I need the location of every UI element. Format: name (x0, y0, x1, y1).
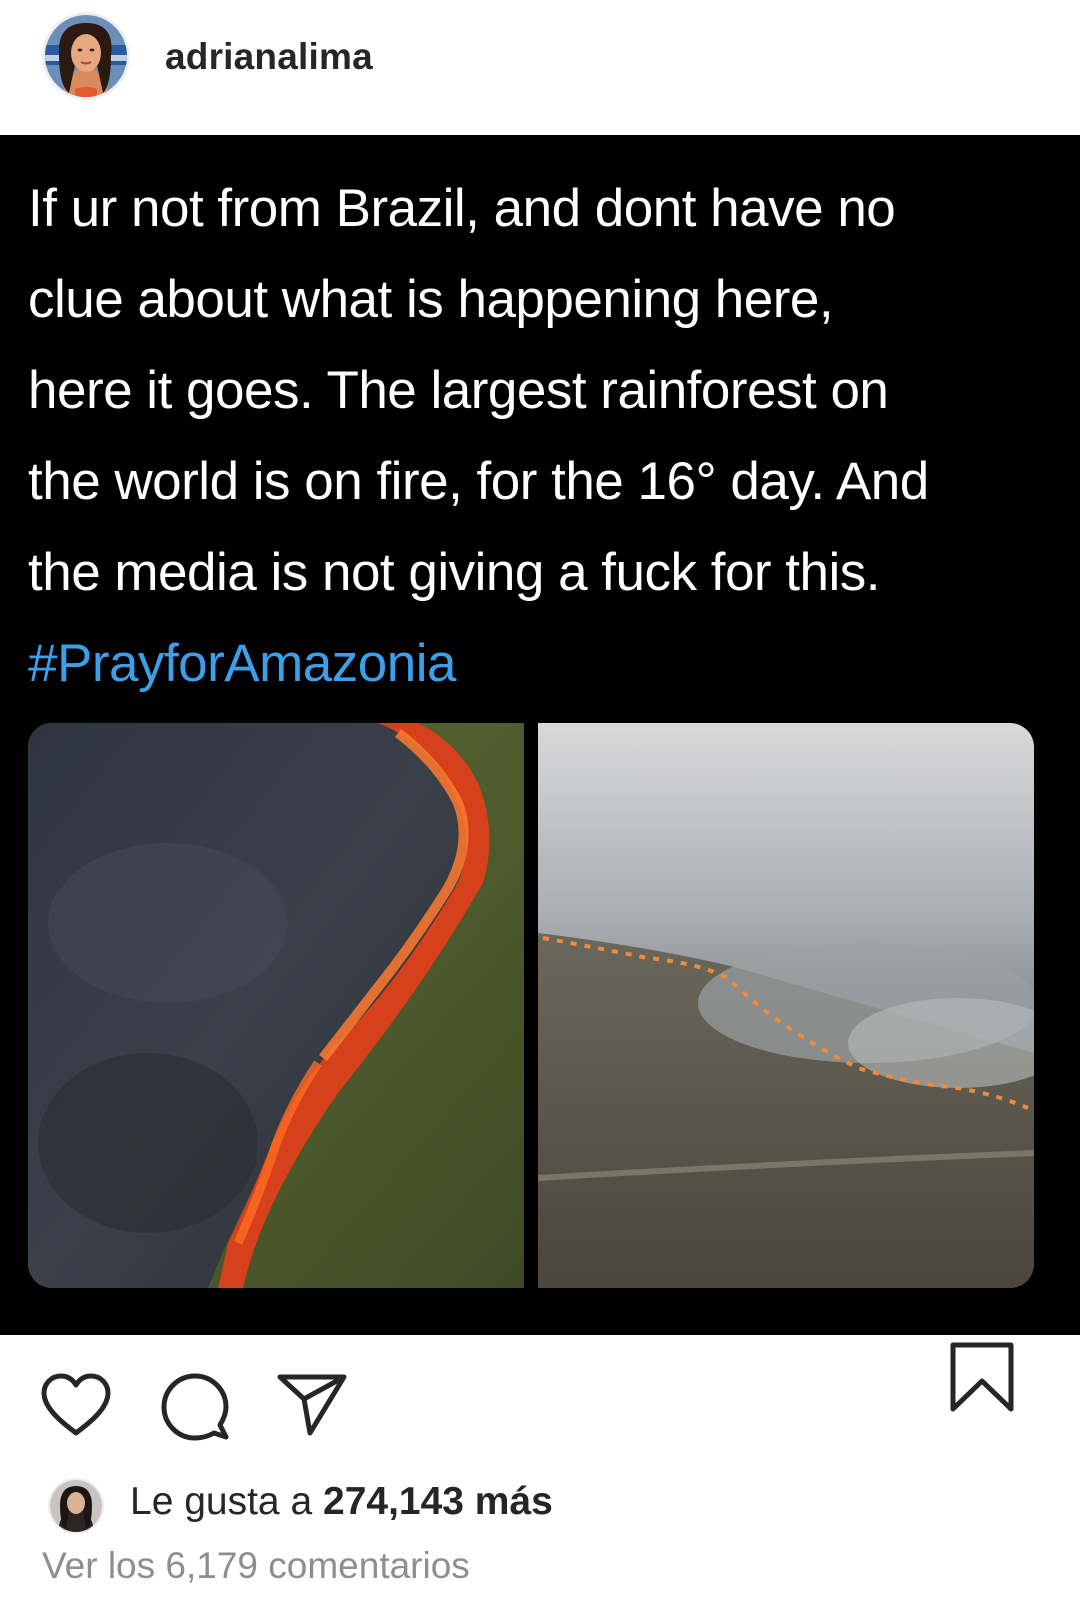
likes-row[interactable]: Le gusta a 274,143 más (0, 1470, 1080, 1534)
view-comments-link[interactable]: Ver los 6,179 comentarios (42, 1545, 470, 1587)
bookmark-icon[interactable] (948, 1341, 1016, 1420)
tweet-line: here it goes. The largest rainforest on (28, 361, 889, 420)
likes-text: Le gusta a 274,143 más (130, 1480, 553, 1524)
post-header: adrianalima (0, 0, 1080, 135)
smoke-forest-photo-icon (538, 723, 1034, 1288)
post-actions (0, 1335, 1080, 1445)
fire-front-photo-icon (28, 723, 524, 1288)
user-avatar[interactable] (42, 12, 130, 100)
send-icon[interactable] (276, 1373, 348, 1442)
hashtag-link[interactable]: #PrayforAmazonia (28, 618, 1038, 709)
tweet-line: the media is not giving a fuck for this. (28, 543, 881, 602)
likes-prefix: Le gusta a (130, 1480, 313, 1523)
tweet-text: If ur not from Brazil, and dont have no … (28, 163, 1038, 709)
fire-front-aerial-photo (28, 723, 524, 1288)
smoke-over-forest-photo (538, 723, 1034, 1288)
post-media[interactable]: If ur not from Brazil, and dont have no … (0, 135, 1080, 1335)
likes-count[interactable]: 274,143 más (323, 1480, 553, 1523)
comment-icon[interactable] (160, 1373, 230, 1448)
liker-avatar (48, 1478, 104, 1534)
heart-icon[interactable] (40, 1373, 112, 1442)
tweet-line: clue about what is happening here, (28, 270, 834, 329)
profile-photo-icon (45, 15, 127, 97)
username-link[interactable]: adrianalima (165, 36, 373, 78)
tweet-line: If ur not from Brazil, and dont have no (28, 179, 896, 238)
tweet-line: the world is on fire, for the 16° day. A… (28, 452, 929, 511)
liker-photo-icon (50, 1480, 102, 1532)
